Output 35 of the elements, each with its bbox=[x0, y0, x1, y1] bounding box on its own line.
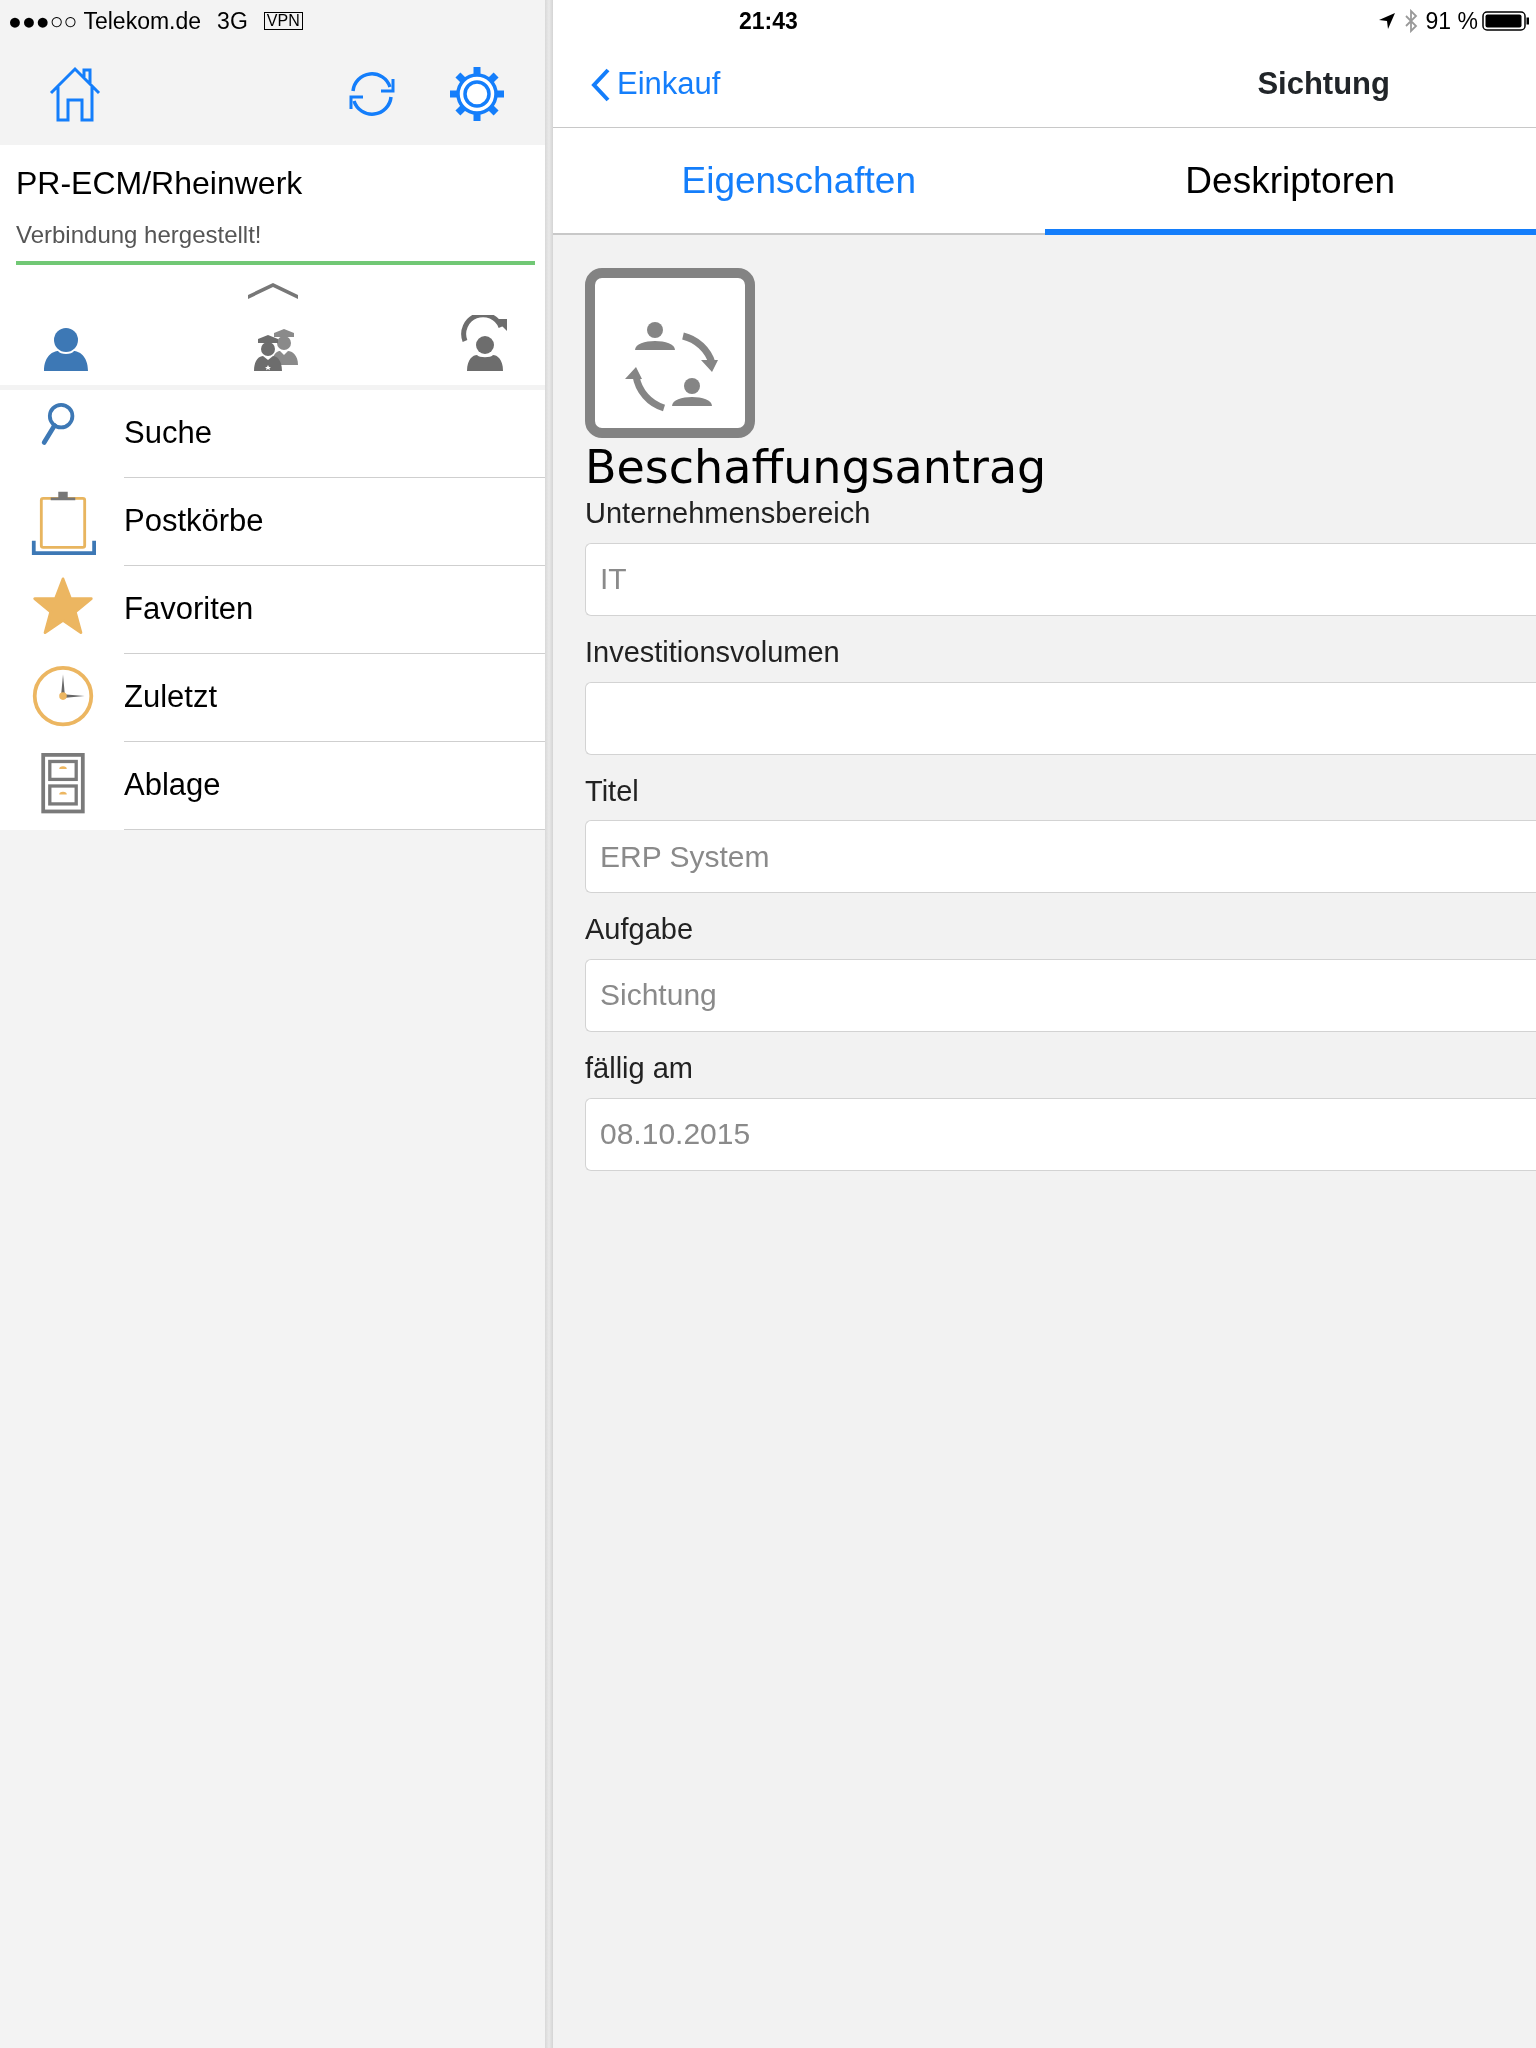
menu-item[interactable]: Suche bbox=[0, 390, 545, 478]
clipboard-tray-icon bbox=[30, 489, 96, 555]
connection-status: Verbindung hergestellt! bbox=[15, 220, 263, 250]
nav-title: Sichtung bbox=[1257, 65, 1390, 104]
menu-item[interactable]: Zuletzt bbox=[0, 654, 545, 742]
carrier-text: Telekom.de bbox=[83, 6, 202, 36]
home-button[interactable] bbox=[48, 65, 102, 122]
bluetooth-icon bbox=[1403, 9, 1418, 33]
signal-strength-text: ●●●○○ bbox=[8, 6, 78, 36]
text-field[interactable] bbox=[585, 681, 1536, 755]
back-chevron-icon[interactable] bbox=[591, 67, 611, 102]
vpn-indicator: VPN bbox=[263, 12, 303, 30]
settings-button[interactable] bbox=[449, 65, 505, 122]
location-arrow-icon bbox=[1377, 12, 1396, 30]
time-text: 21:43 bbox=[739, 6, 798, 36]
server-name: PR-ECM/Rheinwerk bbox=[15, 164, 304, 203]
user-icon[interactable] bbox=[42, 325, 90, 371]
collapse-button[interactable] bbox=[246, 283, 299, 301]
field-label: Investitionsvolumen bbox=[585, 634, 841, 670]
field-label: fällig am bbox=[585, 1050, 694, 1086]
battery-icon bbox=[1482, 11, 1530, 31]
document-title: Beschaffungsantrag bbox=[585, 440, 1048, 496]
menu-item[interactable]: Favoriten bbox=[0, 566, 545, 654]
network-text: 3G bbox=[217, 6, 248, 36]
user-rotate-icon[interactable] bbox=[461, 315, 509, 371]
field-label: Titel bbox=[585, 773, 640, 809]
field-label: Aufgabe bbox=[585, 912, 695, 948]
document-type-icon bbox=[585, 268, 755, 438]
menu-item[interactable]: Ablage bbox=[0, 742, 545, 830]
tab[interactable]: Deskriptoren bbox=[1044, 128, 1536, 235]
field-label: Unternehmensbereich bbox=[585, 496, 872, 532]
tab[interactable]: Eigenschaften bbox=[553, 128, 1045, 235]
battery-percent-text: 91 % bbox=[1425, 6, 1478, 36]
back-button[interactable]: Einkauf bbox=[553, 61, 721, 108]
menu-item[interactable]: Postkörbe bbox=[0, 478, 545, 566]
